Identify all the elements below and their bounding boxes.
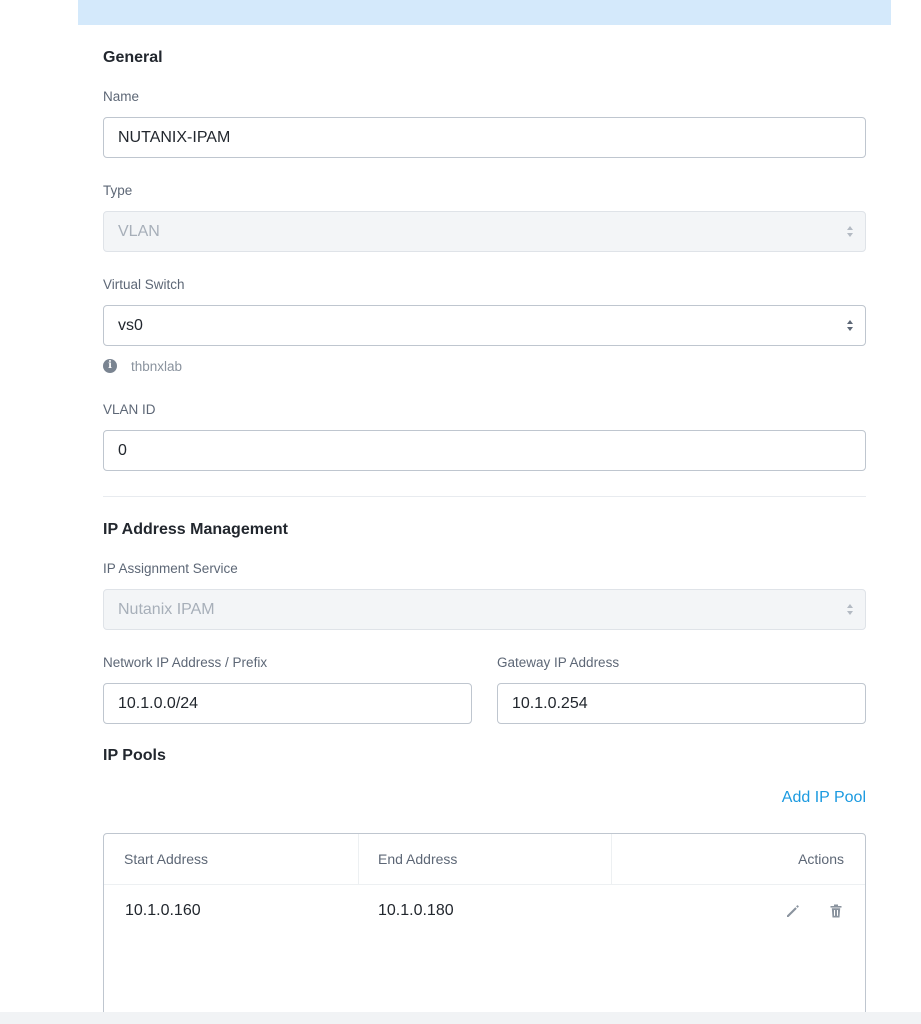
table-header: Start Address End Address Actions: [104, 834, 865, 885]
ip-pools-table: Start Address End Address Actions 10.1.0…: [103, 833, 866, 1019]
pencil-icon[interactable]: [785, 903, 801, 919]
name-label: Name: [103, 89, 140, 104]
trash-icon[interactable]: [828, 903, 844, 919]
column-header-start: Start Address: [124, 851, 209, 867]
virtual-switch-label: Virtual Switch: [103, 277, 185, 292]
gateway-input[interactable]: [497, 683, 866, 724]
end-address-cell: 10.1.0.180: [378, 902, 454, 919]
gateway-label: Gateway IP Address: [497, 655, 620, 670]
type-select: VLAN: [103, 211, 866, 252]
ip-assignment-label: IP Assignment Service: [103, 561, 238, 576]
network-prefix-input[interactable]: [103, 683, 472, 724]
virtual-switch-hint-text: thbnxlab: [131, 358, 183, 374]
name-input[interactable]: [103, 117, 866, 158]
section-divider: [103, 496, 866, 497]
type-select-value: VLAN: [118, 223, 160, 240]
ip-assignment-value: Nutanix IPAM: [118, 601, 215, 618]
column-separator: [611, 834, 612, 885]
column-header-actions: Actions: [798, 851, 844, 867]
virtual-switch-hint: i thbnxlab: [103, 358, 182, 374]
select-caret-icon: [847, 319, 853, 333]
select-caret-icon: [847, 603, 853, 617]
type-label: Type: [103, 183, 133, 198]
select-caret-icon: [847, 225, 853, 239]
ip-assignment-select: Nutanix IPAM: [103, 589, 866, 630]
section-title-general: General: [103, 49, 163, 66]
table-row: 10.1.0.160 10.1.0.180: [104, 886, 865, 936]
column-separator: [358, 834, 359, 885]
column-header-end: End Address: [378, 851, 458, 867]
section-title-ip-pools: IP Pools: [103, 747, 166, 764]
start-address-cell: 10.1.0.160: [125, 902, 201, 919]
virtual-switch-select[interactable]: vs0: [103, 305, 866, 346]
bottom-bar: [0, 1012, 921, 1024]
info-icon: i: [103, 359, 117, 373]
vlan-id-input[interactable]: [103, 430, 866, 471]
vlan-id-label: VLAN ID: [103, 402, 156, 417]
virtual-switch-value: vs0: [118, 317, 143, 334]
section-title-ipam: IP Address Management: [103, 521, 288, 538]
network-prefix-label: Network IP Address / Prefix: [103, 655, 268, 670]
add-ip-pool-button[interactable]: Add IP Pool: [782, 789, 866, 807]
info-banner: [78, 0, 891, 25]
